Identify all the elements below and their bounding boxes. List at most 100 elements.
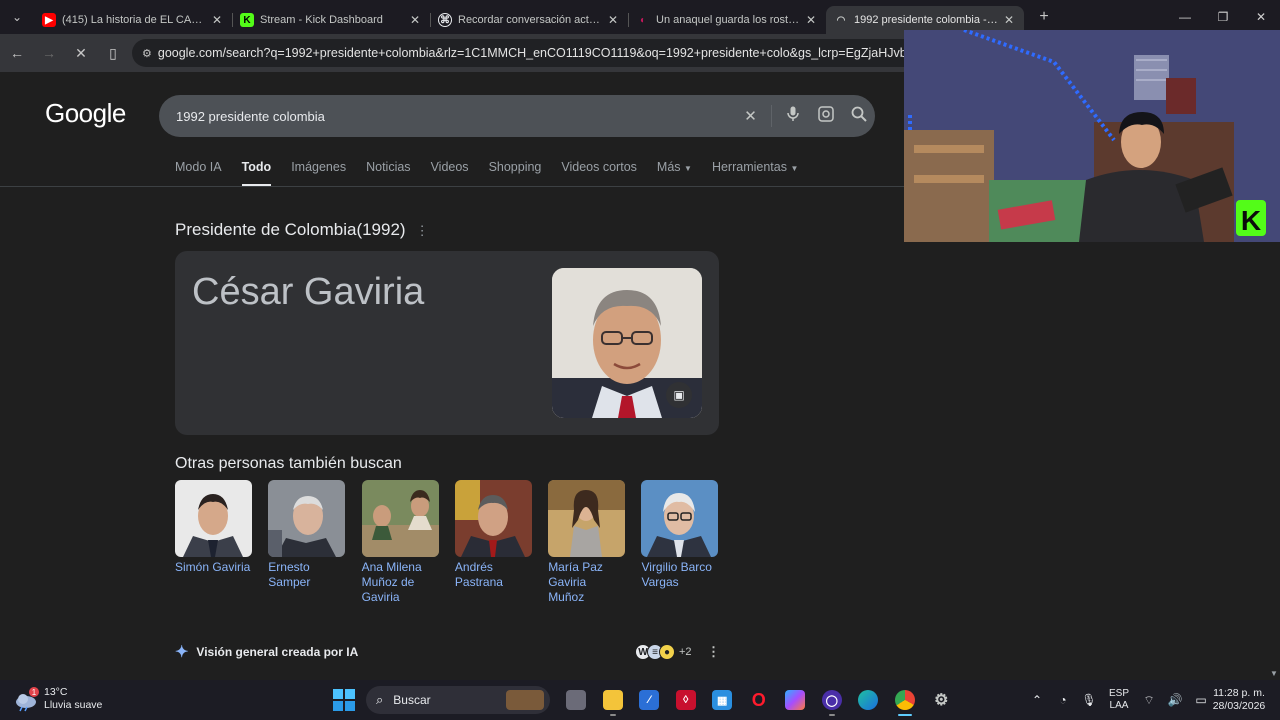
windows-start-button[interactable] [333, 689, 355, 711]
scroll-down-icon[interactable]: ▼ [1270, 669, 1278, 678]
image-icon[interactable]: ▣ [666, 382, 692, 408]
tab-title: (415) La historia de EL CARTUCHO [62, 14, 206, 26]
tab-videos-cortos[interactable]: Videos cortos [561, 160, 637, 187]
forward-button[interactable]: → [34, 38, 64, 68]
tab-article[interactable]: ◐ Un anaquel guarda los rostros de ✕ [628, 6, 826, 34]
person-card[interactable]: Simón Gaviria [175, 480, 252, 605]
taskbar-search[interactable]: ⌕ Buscar [366, 686, 550, 714]
person-photo[interactable] [548, 480, 626, 557]
microphone-icon[interactable] [776, 106, 809, 126]
store-icon[interactable]: ▦ [704, 685, 741, 715]
tab-shopping[interactable]: Shopping [489, 160, 542, 187]
more-options-icon[interactable]: ⋮ [416, 223, 429, 238]
tab-youtube[interactable]: ▶ (415) La historia de EL CARTUCHO ✕ [34, 6, 233, 34]
taskbar-apps: ⁄ ◊ ▦ O ◯ ⚙ [558, 685, 960, 716]
clear-icon[interactable]: ✕ [734, 107, 767, 125]
tab-search-button[interactable]: ⌄ [0, 0, 34, 34]
close-tab-icon[interactable]: ✕ [210, 13, 224, 27]
edge-icon[interactable] [850, 685, 887, 715]
tab-videos[interactable]: Videos [431, 160, 469, 187]
chrome-icon[interactable] [887, 685, 924, 716]
close-tab-icon[interactable]: ✕ [1002, 13, 1016, 27]
person-name[interactable]: Simón Gaviria [175, 560, 252, 575]
tab-chatgpt[interactable]: ⌘ Recordar conversación actual ✕ [430, 6, 629, 34]
kick-icon: K [240, 13, 254, 27]
tab-imagenes[interactable]: Imágenes [291, 160, 346, 187]
tab-herramientas[interactable]: Herramientas ▼ [712, 160, 798, 187]
close-tab-icon[interactable]: ✕ [804, 13, 818, 27]
person-card[interactable]: Andrés Pastrana [454, 480, 532, 605]
url-text: google.com/search?q=1992+presidente+colo… [157, 46, 922, 60]
task-view-icon[interactable] [558, 685, 595, 715]
clock-date: 28/03/2026 [1212, 700, 1266, 712]
system-clock[interactable]: 11:28 p. m. 28/03/2026 [1206, 687, 1272, 713]
new-tab-button[interactable]: + [1030, 8, 1058, 26]
ai-overview-header: ✦ Visión general creada por IA W ≡ ● +2 … [175, 642, 720, 662]
webcam-overlay: K [904, 30, 1280, 242]
tab-kick[interactable]: K Stream - Kick Dashboard ✕ [232, 6, 431, 34]
loading-spinner-icon: ◠ [836, 14, 846, 26]
close-window-button[interactable]: ✕ [1242, 0, 1280, 34]
site-info-icon[interactable]: ⚙ [142, 47, 152, 60]
temperature: 13°C [44, 686, 68, 698]
chevron-up-icon[interactable]: ⌃ [1024, 693, 1050, 707]
person-name[interactable]: María Paz Gaviria Muñoz [548, 560, 625, 605]
search-input[interactable]: 1992 presidente colombia [176, 109, 734, 124]
minimize-button[interactable]: — [1166, 0, 1204, 34]
person-photo[interactable] [361, 480, 439, 557]
answer-card[interactable]: César Gaviria ▣ [175, 251, 719, 435]
microphone-icon[interactable]: 🎙 [1076, 693, 1102, 707]
security-app-icon[interactable]: ◊ [668, 685, 705, 715]
people-also-search-title: Otras personas también buscan [175, 455, 402, 472]
search-highlight-icon [506, 690, 544, 710]
split-view-icon[interactable]: ▯ [98, 38, 128, 68]
tab-noticias[interactable]: Noticias [366, 160, 410, 187]
sync-icon[interactable]: ◔ [1050, 693, 1076, 707]
person-card[interactable]: Ernesto Samper [268, 480, 346, 605]
lens-icon[interactable] [809, 106, 842, 126]
web-icon: ◐ [639, 14, 647, 26]
person-photo[interactable] [641, 480, 719, 557]
google-logo[interactable]: Google [45, 98, 126, 129]
language-indicator[interactable]: ESP LAA [1102, 688, 1136, 712]
person-card[interactable]: Virgilio Barco Vargas [641, 480, 719, 605]
person-card[interactable]: Ana Milena Muñoz de Gaviria [361, 480, 439, 605]
answer-photo[interactable]: ▣ [552, 268, 702, 418]
editor-app-icon[interactable]: ⁄ [631, 685, 668, 715]
wifi-icon[interactable]: ⌔ [1136, 693, 1162, 708]
more-options-icon[interactable]: ⋮ [707, 644, 720, 660]
volume-icon[interactable]: 🔊 [1162, 693, 1188, 707]
sparkle-icon: ✦ [175, 644, 189, 661]
settings-app-icon[interactable]: ⚙ [923, 685, 960, 715]
person-name[interactable]: Andrés Pastrana [455, 560, 532, 590]
address-bar[interactable]: ⚙ google.com/search?q=1992+presidente+co… [132, 39, 922, 67]
answer-text[interactable]: César Gaviria [192, 271, 424, 314]
maximize-button[interactable]: ❐ [1204, 0, 1242, 34]
tab-todo[interactable]: Todo [241, 160, 272, 187]
ai-sources[interactable]: W ≡ ● +2 [635, 644, 692, 660]
close-tab-icon[interactable]: ✕ [606, 13, 620, 27]
obs-icon[interactable]: ◯ [814, 685, 851, 716]
person-card[interactable]: María Paz Gaviria Muñoz [548, 480, 626, 605]
youtube-icon: ▶ [42, 13, 56, 27]
weather-widget[interactable]: 1 13°C Lluvia suave [14, 686, 102, 712]
person-photo[interactable] [268, 480, 346, 557]
back-button[interactable]: ← [2, 38, 32, 68]
person-photo[interactable] [454, 480, 532, 557]
person-name[interactable]: Ernesto Samper [268, 560, 345, 590]
source-icon: ● [659, 644, 675, 660]
person-name[interactable]: Virgilio Barco Vargas [641, 560, 718, 590]
search-icon[interactable] [842, 106, 875, 126]
stop-loading-button[interactable]: ✕ [66, 38, 96, 68]
opera-icon[interactable]: O [741, 685, 778, 715]
tab-modo-ia[interactable]: Modo IA [175, 160, 222, 187]
tab-mas[interactable]: Más ▼ [657, 160, 692, 187]
person-photo[interactable] [175, 480, 252, 557]
person-name[interactable]: Ana Milena Muñoz de Gaviria [362, 560, 439, 605]
close-tab-icon[interactable]: ✕ [408, 13, 422, 27]
weather-icon: 1 [14, 686, 40, 712]
copilot-icon[interactable] [777, 685, 814, 715]
chatgpt-icon: ⌘ [438, 13, 452, 27]
file-explorer-icon[interactable] [595, 685, 632, 716]
search-box[interactable]: 1992 presidente colombia ✕ [159, 95, 875, 137]
